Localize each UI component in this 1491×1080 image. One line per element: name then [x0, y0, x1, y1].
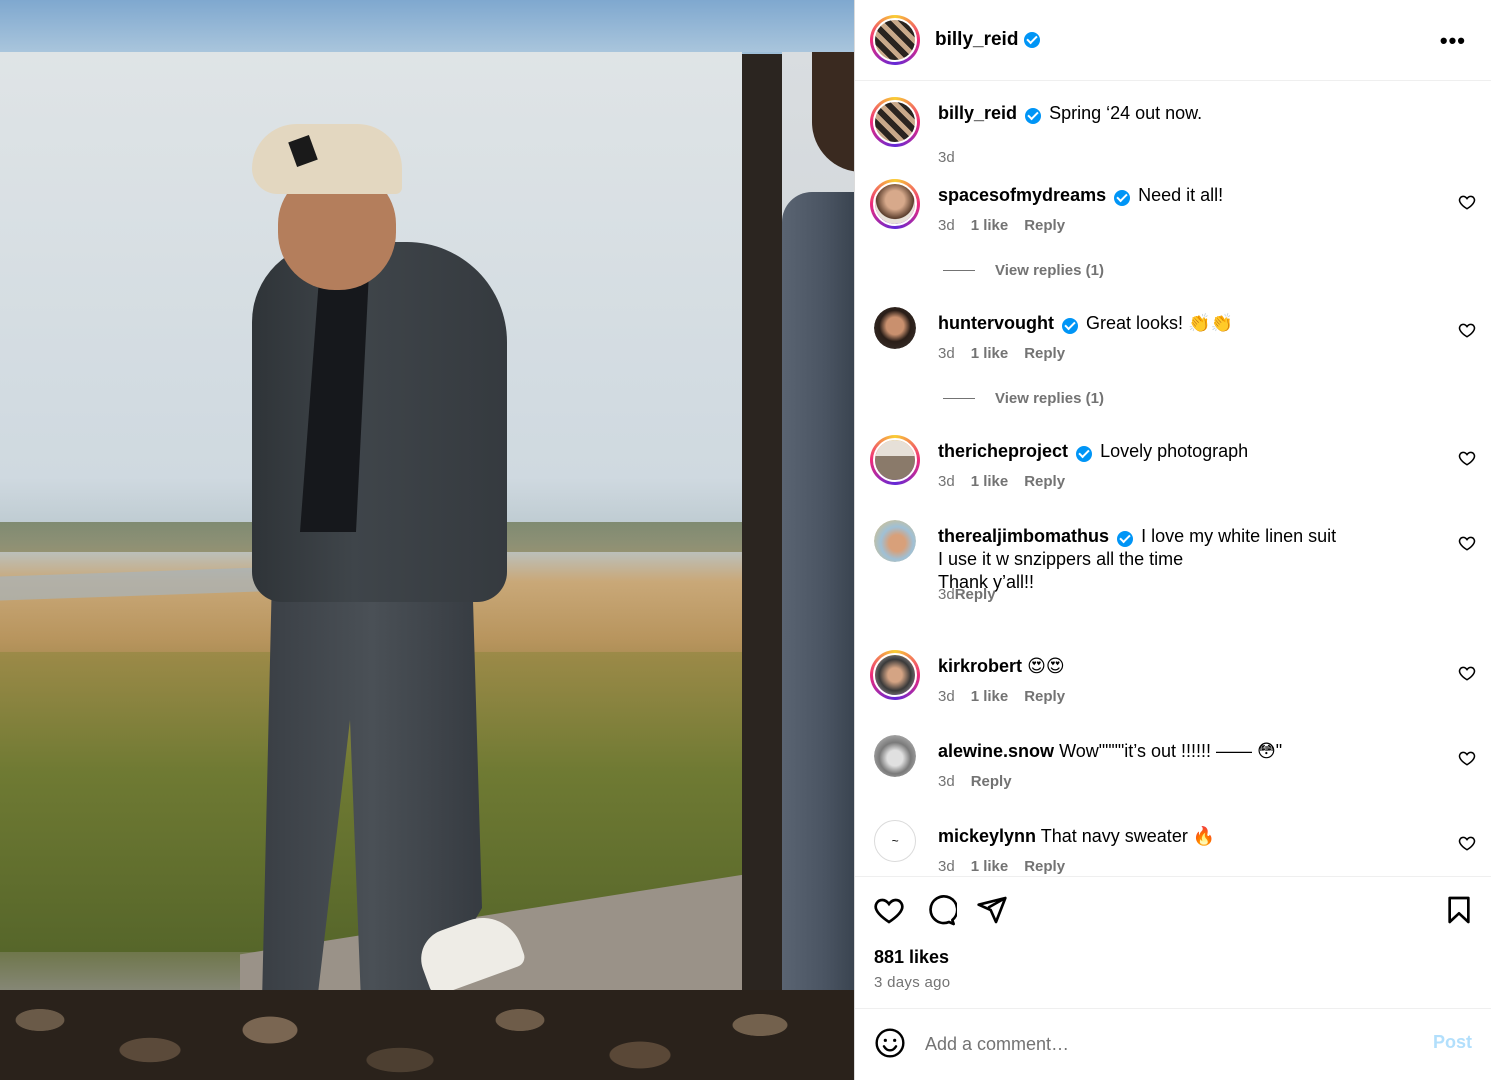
caption-username[interactable]: billy_reid: [938, 103, 1017, 123]
post-actions: 881 likes 3 days ago: [855, 876, 1491, 1009]
reply-button[interactable]: Reply: [1024, 688, 1065, 705]
comment-likes[interactable]: 1 like: [971, 217, 1009, 234]
heart-icon[interactable]: [1458, 834, 1476, 852]
share-icon[interactable]: [976, 894, 1008, 926]
comment-icon[interactable]: [925, 894, 957, 926]
comment-text-line1: I love my white linen suit: [1141, 526, 1337, 546]
post-header: billy_reid •••: [855, 0, 1491, 81]
comment-username[interactable]: mickeylynn: [938, 826, 1036, 846]
heart-icon[interactable]: [1458, 193, 1476, 211]
comment-text-line3: Thank y’all!!: [938, 572, 1035, 592]
rocks-foreground: [0, 990, 854, 1080]
background-sky: [0, 0, 854, 52]
comment-text-line2: I use it w snzippers all the time: [938, 549, 1184, 569]
reply-button[interactable]: Reply: [955, 586, 996, 603]
reply-button[interactable]: Reply: [1024, 858, 1065, 875]
heart-icon[interactable]: [1458, 749, 1476, 767]
comment-likes[interactable]: 1 like: [971, 688, 1009, 705]
main-photo: [0, 52, 742, 998]
caption-time: 3d: [938, 149, 955, 166]
comment-username[interactable]: huntervought: [938, 313, 1054, 333]
secondary-photo: [782, 52, 854, 998]
add-comment-bar: Post: [855, 1010, 1491, 1080]
avatar[interactable]: [874, 735, 916, 777]
avatar[interactable]: [870, 435, 920, 485]
comment-username[interactable]: kirkrobert: [938, 656, 1022, 676]
comment-text: Lovely photograph: [1100, 441, 1249, 461]
comment-text: That navy sweater 🔥: [1040, 826, 1216, 846]
header-username[interactable]: billy_reid: [935, 29, 1041, 51]
avatar[interactable]: [870, 97, 920, 147]
more-icon[interactable]: •••: [1440, 28, 1466, 54]
comment-likes[interactable]: 1 like: [971, 858, 1009, 875]
comment-time: 3d: [938, 858, 955, 875]
comment-text: 😍😍: [1027, 656, 1065, 676]
post-time: 3 days ago: [874, 974, 951, 991]
heart-icon[interactable]: [1458, 664, 1476, 682]
avatar[interactable]: [870, 179, 920, 229]
avatar[interactable]: [870, 650, 920, 700]
likes-count[interactable]: 881 likes: [874, 947, 949, 968]
view-replies-button[interactable]: View replies (1): [943, 262, 1104, 279]
reply-button[interactable]: Reply: [1024, 473, 1065, 490]
comment-likes[interactable]: 1 like: [971, 473, 1009, 490]
reply-button[interactable]: Reply: [1024, 217, 1065, 234]
comment-username[interactable]: alewine.snow: [938, 741, 1054, 761]
comment-input[interactable]: [925, 1030, 1405, 1058]
reply-button[interactable]: Reply: [1024, 345, 1065, 362]
post-media: [0, 0, 854, 1080]
heart-icon[interactable]: [1458, 534, 1476, 552]
verified-badge-icon: [1114, 190, 1131, 206]
avatar[interactable]: ~: [874, 820, 916, 862]
avatar[interactable]: [874, 307, 916, 349]
comment-username[interactable]: thericheproject: [938, 441, 1068, 461]
avatar[interactable]: [874, 520, 916, 562]
reply-button[interactable]: Reply: [971, 773, 1012, 790]
view-replies-button[interactable]: View replies (1): [943, 390, 1104, 407]
comment-time: 3d: [938, 473, 955, 490]
smile-icon[interactable]: [874, 1027, 906, 1059]
comment-likes[interactable]: 1 like: [971, 345, 1009, 362]
verified-badge-icon: [1024, 32, 1041, 48]
verified-badge-icon: [1062, 318, 1078, 334]
post-panel: billy_reid ••• billy_reid Spring ‘24 out…: [854, 0, 1491, 1080]
comment-username[interactable]: spacesofmydreams: [938, 185, 1106, 205]
comment-time: 3d: [938, 345, 955, 362]
avatar[interactable]: [870, 15, 920, 65]
comment-text: Great looks! 👏👏: [1086, 313, 1233, 333]
verified-badge-icon: [1025, 108, 1042, 124]
comments-list[interactable]: billy_reid Spring ‘24 out now. 3d spaces…: [855, 82, 1491, 875]
heart-icon[interactable]: [1458, 449, 1476, 467]
post-button[interactable]: Post: [1433, 1032, 1472, 1053]
comment-time: 3d: [938, 688, 955, 705]
verified-badge-icon: [1117, 531, 1134, 547]
verified-badge-icon: [1076, 446, 1093, 462]
heart-icon[interactable]: [873, 894, 905, 926]
comment-text: Wow""""it’s out !!!!!! —— 😳": [1059, 741, 1283, 761]
comment-time: 3d: [938, 773, 955, 790]
bookmark-icon[interactable]: [1443, 894, 1475, 926]
comment-text: Need it all!: [1138, 185, 1224, 205]
comment-username[interactable]: therealjimbomathus: [938, 526, 1109, 546]
comment-time: 3d: [938, 217, 955, 234]
caption-text: Spring ‘24 out now.: [1049, 103, 1203, 123]
heart-icon[interactable]: [1458, 321, 1476, 339]
